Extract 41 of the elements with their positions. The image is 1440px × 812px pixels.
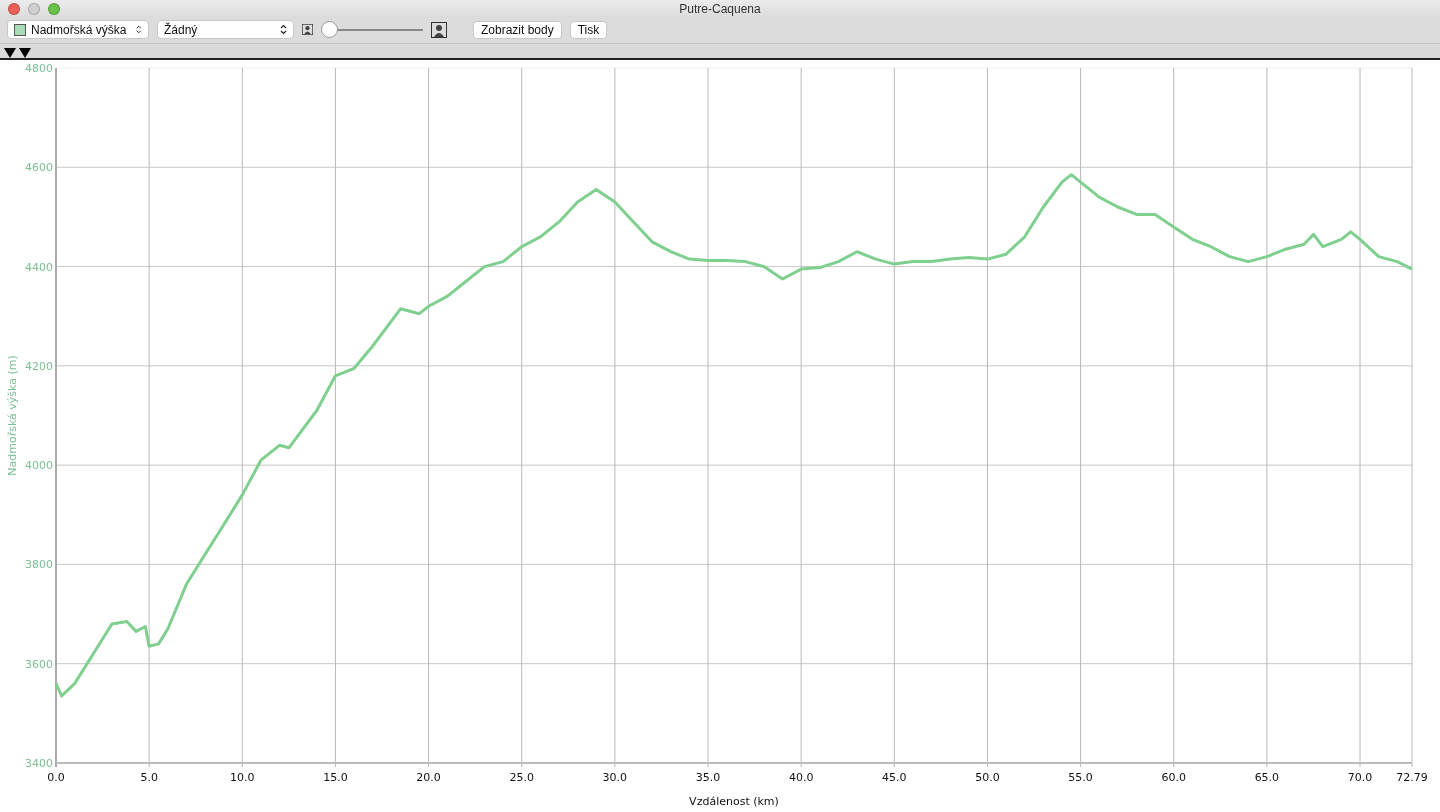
y-tick-label: 3400 xyxy=(25,757,53,770)
slider-thumb[interactable] xyxy=(321,21,338,39)
x-tick-label: 55.0 xyxy=(1068,771,1093,784)
y-tick-label: 4200 xyxy=(25,359,53,373)
y-tick-label: 4400 xyxy=(25,260,53,274)
zoom-button[interactable] xyxy=(48,2,60,15)
x-tick-label: 45.0 xyxy=(882,771,907,784)
y-tick-label: 3800 xyxy=(25,558,53,572)
y-tick-label: 4600 xyxy=(25,161,53,175)
x-tick-label: 40.0 xyxy=(788,771,814,784)
x-tick-label: 35.0 xyxy=(695,771,721,784)
compare-popup[interactable]: Žádný xyxy=(157,20,294,40)
y-tick-label: 4800 xyxy=(25,62,53,75)
x-tick-label: 5.0 xyxy=(140,771,158,784)
window-title: Putre-Caquena xyxy=(678,1,762,16)
toolbar-button[interactable]: Zobrazit body xyxy=(473,20,562,39)
person-small-icon xyxy=(302,24,313,36)
x-tick-label: 72.79 xyxy=(1396,771,1428,784)
person-large-icon xyxy=(431,21,447,38)
x-tick-label: 60.0 xyxy=(1161,771,1186,784)
x-axis-title: Vzdálenost (km) xyxy=(689,795,779,808)
stepper-icon xyxy=(280,24,287,36)
x-tick-label: 20.0 xyxy=(416,771,441,784)
series-popup[interactable]: Nadmořská výška xyxy=(7,20,149,40)
x-tick-label: 10.0 xyxy=(230,771,255,784)
marker-icon[interactable] xyxy=(19,48,31,58)
x-tick-label: 15.0 xyxy=(323,771,348,784)
close-button[interactable] xyxy=(8,2,20,15)
x-tick-label: 0.0 xyxy=(47,771,65,784)
x-tick-label: 65.0 xyxy=(1254,771,1280,784)
y-axis-title: Nadmořská výška (m) xyxy=(6,355,19,476)
minimize-button[interactable] xyxy=(28,2,40,15)
marker-icon[interactable] xyxy=(4,48,16,58)
y-tick-label: 4000 xyxy=(25,459,53,473)
y-tick-label: 3600 xyxy=(25,657,53,671)
x-tick-label: 50.0 xyxy=(975,771,1000,784)
stepper-icon xyxy=(136,24,142,36)
x-tick-label: 25.0 xyxy=(509,771,534,784)
x-tick-label: 30.0 xyxy=(602,771,628,784)
toolbar-button[interactable]: Tisk xyxy=(569,20,608,39)
x-tick-label: 70.0 xyxy=(1347,771,1373,784)
